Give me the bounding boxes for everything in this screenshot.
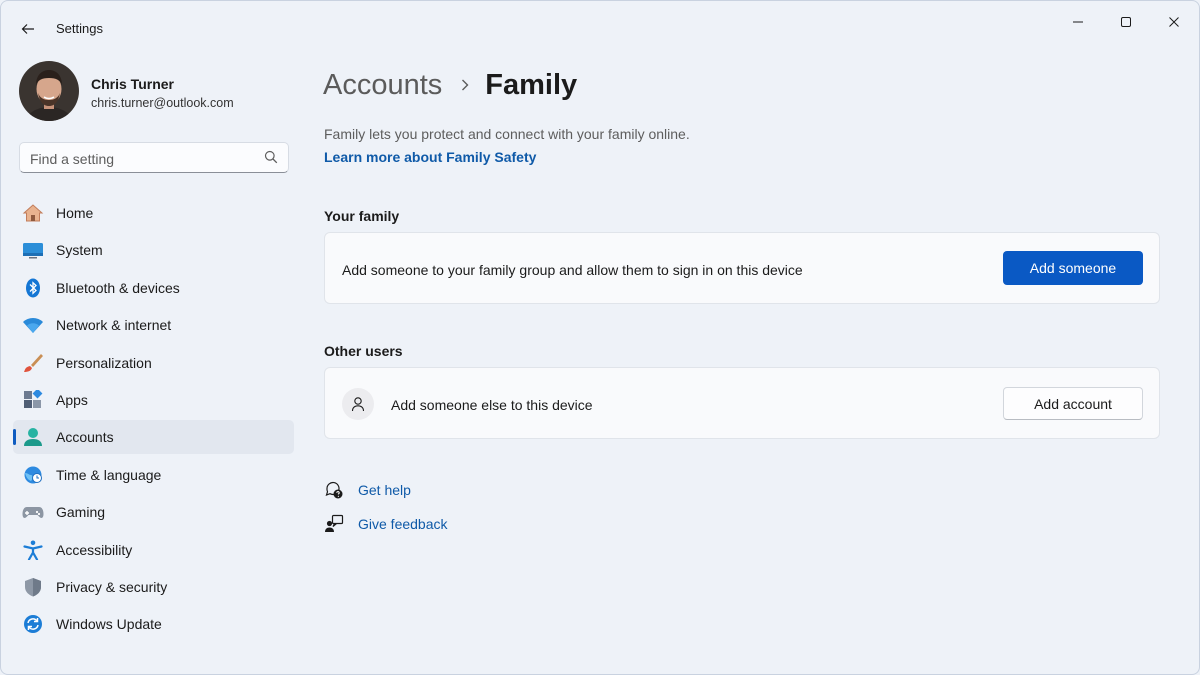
give-feedback-label: Give feedback bbox=[358, 516, 448, 532]
give-feedback-link[interactable]: Give feedback bbox=[324, 513, 448, 535]
back-arrow-icon bbox=[21, 24, 34, 34]
avatar bbox=[19, 61, 79, 121]
add-someone-button[interactable]: Add someone bbox=[1003, 251, 1143, 285]
get-help-link[interactable]: Get help bbox=[324, 479, 411, 501]
chevron-right-icon bbox=[460, 78, 470, 92]
back-button[interactable] bbox=[15, 16, 41, 42]
get-help-label: Get help bbox=[358, 482, 411, 498]
other-users-heading: Other users bbox=[324, 343, 403, 359]
shield-icon bbox=[22, 577, 44, 597]
breadcrumb: Accounts Family bbox=[323, 65, 577, 105]
user-email: chris.turner@outlook.com bbox=[91, 96, 234, 110]
apps-icon bbox=[22, 389, 44, 410]
update-icon bbox=[22, 614, 44, 634]
breadcrumb-parent[interactable]: Accounts bbox=[323, 69, 442, 102]
gamepad-icon bbox=[22, 502, 44, 522]
sidebar-item-label: Personalization bbox=[56, 354, 152, 371]
help-chat-icon bbox=[324, 480, 344, 500]
sidebar-item-windows-update[interactable]: Windows Update bbox=[13, 607, 294, 641]
globe-clock-icon bbox=[22, 465, 44, 485]
sidebar-item-home[interactable]: Home bbox=[13, 196, 294, 230]
page-title: Family bbox=[485, 68, 578, 101]
sidebar-item-accessibility[interactable]: Accessibility bbox=[13, 533, 294, 567]
sidebar-nav: Home System Bluetooth & devices Network … bbox=[13, 196, 294, 645]
settings-window: Settings Chris Turner chris.turner@outlo… bbox=[0, 0, 1200, 675]
feedback-icon bbox=[324, 514, 344, 534]
sidebar-item-bluetooth-devices[interactable]: Bluetooth & devices bbox=[13, 271, 294, 305]
sidebar-item-gaming[interactable]: Gaming bbox=[13, 495, 294, 529]
wifi-icon bbox=[22, 315, 44, 335]
sidebar-item-label: Apps bbox=[56, 391, 88, 408]
sidebar-item-system[interactable]: System bbox=[13, 233, 294, 267]
sidebar-item-label: Privacy & security bbox=[56, 578, 168, 595]
brush-icon bbox=[22, 353, 44, 373]
sidebar-item-accounts[interactable]: Accounts bbox=[13, 420, 294, 455]
close-icon bbox=[1169, 17, 1179, 27]
close-button[interactable] bbox=[1151, 7, 1197, 37]
add-account-button[interactable]: Add account bbox=[1003, 387, 1143, 420]
sidebar-item-privacy-security[interactable]: Privacy & security bbox=[13, 570, 294, 604]
user-name: Chris Turner bbox=[91, 76, 174, 92]
sidebar-item-label: Bluetooth & devices bbox=[56, 279, 180, 296]
home-icon bbox=[22, 203, 44, 223]
bluetooth-icon bbox=[22, 278, 44, 298]
sidebar-item-label: Time & language bbox=[56, 466, 162, 483]
other-users-card: Add someone else to this device Add acco… bbox=[324, 367, 1160, 439]
your-family-text: Add someone to your family group and all… bbox=[342, 262, 803, 278]
search-input[interactable] bbox=[20, 143, 262, 174]
accounts-icon bbox=[22, 427, 44, 447]
sidebar-item-label: Accessibility bbox=[56, 541, 133, 558]
sidebar-item-label: Gaming bbox=[56, 504, 106, 521]
minimize-icon bbox=[1073, 21, 1083, 23]
maximize-icon bbox=[1121, 17, 1131, 27]
search-icon[interactable] bbox=[264, 150, 278, 164]
sidebar-item-label: Accounts bbox=[56, 429, 114, 446]
your-family-card: Add someone to your family group and all… bbox=[324, 232, 1160, 304]
sidebar-item-time-language[interactable]: Time & language bbox=[13, 458, 294, 492]
sidebar-item-label: Windows Update bbox=[56, 616, 162, 633]
search-box[interactable] bbox=[19, 142, 289, 174]
sidebar-item-apps[interactable]: Apps bbox=[13, 383, 294, 417]
app-title: Settings bbox=[56, 21, 103, 36]
maximize-button[interactable] bbox=[1103, 7, 1149, 37]
your-family-heading: Your family bbox=[324, 208, 400, 224]
sidebar-item-label: Network & internet bbox=[56, 317, 172, 334]
sidebar-item-personalization[interactable]: Personalization bbox=[13, 346, 294, 380]
learn-more-link[interactable]: Learn more about Family Safety bbox=[324, 149, 536, 165]
sidebar-item-label: System bbox=[56, 242, 103, 259]
page-description: Family lets you protect and connect with… bbox=[324, 126, 690, 142]
system-icon bbox=[22, 240, 44, 260]
title-bar: Settings bbox=[1, 1, 1199, 57]
person-icon bbox=[342, 388, 374, 420]
sidebar-item-network-internet[interactable]: Network & internet bbox=[13, 308, 294, 342]
active-indicator bbox=[13, 429, 16, 446]
accessibility-icon bbox=[22, 540, 44, 560]
minimize-button[interactable] bbox=[1055, 7, 1101, 37]
sidebar-item-label: Home bbox=[56, 205, 94, 221]
other-users-text: Add someone else to this device bbox=[391, 397, 593, 413]
